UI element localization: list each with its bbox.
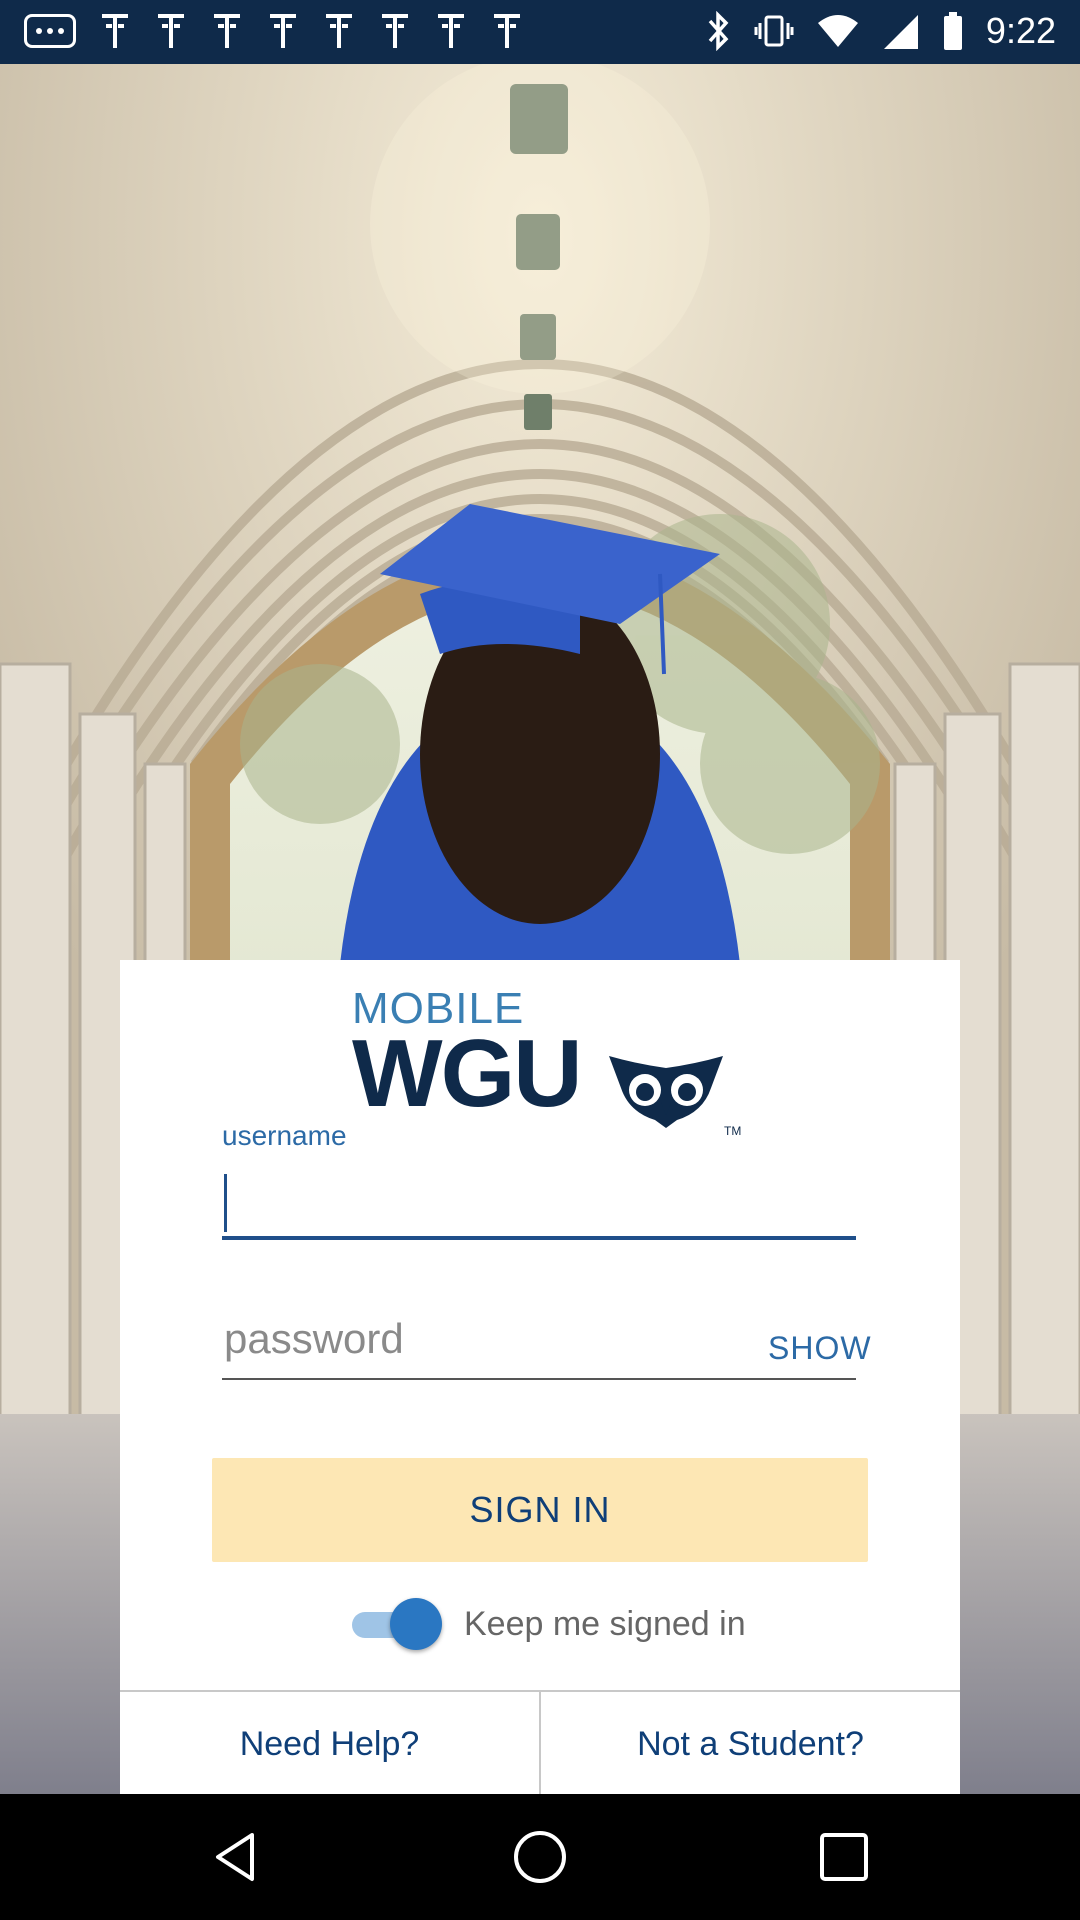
trademark-mark: TM — [724, 1124, 742, 1138]
signal-icon — [883, 15, 918, 49]
password-input[interactable] — [222, 1300, 856, 1380]
text-cursor — [224, 1174, 227, 1232]
bluetooth-icon — [708, 11, 729, 51]
more-dots-icon — [24, 14, 76, 48]
username-label: username — [222, 1120, 347, 1151]
notification-icon — [158, 14, 184, 48]
notification-icon — [326, 14, 352, 48]
card-footer: Need Help? Not a Student? — [120, 1690, 960, 1796]
notification-icon — [214, 14, 240, 48]
notification-icon — [494, 14, 520, 48]
notification-icon — [438, 14, 464, 48]
status-time: 9:22 — [985, 10, 1056, 51]
back-icon[interactable] — [206, 1827, 266, 1887]
logo-wgu-text: WGU — [352, 1020, 583, 1127]
notification-area — [24, 12, 524, 50]
not-a-student-button[interactable]: Not a Student? — [541, 1692, 960, 1796]
recents-icon[interactable] — [814, 1827, 874, 1887]
toggle-knob — [390, 1598, 442, 1650]
sign-in-button[interactable]: SIGN IN — [212, 1458, 868, 1562]
notification-icon — [102, 14, 128, 48]
username-input[interactable] — [222, 1160, 856, 1240]
wifi-icon — [817, 15, 858, 47]
navigation-bar — [0, 1794, 1080, 1920]
keep-signed-in-toggle[interactable] — [352, 1596, 442, 1652]
keep-signed-in-label: Keep me signed in — [464, 1604, 746, 1643]
system-icons: 9:22 — [706, 10, 1056, 52]
show-password-button[interactable]: SHOW — [768, 1330, 872, 1367]
notification-icon — [382, 14, 408, 48]
keep-signed-in-row: Keep me signed in — [352, 1596, 746, 1652]
battery-icon — [943, 12, 962, 50]
login-screen: 9:22 MOBILE WGU TM username SHOW SIGN IN… — [0, 0, 1080, 1920]
need-help-button[interactable]: Need Help? — [120, 1692, 539, 1796]
status-bar: 9:22 — [0, 0, 1080, 64]
home-icon[interactable] — [510, 1827, 570, 1887]
vibrate-icon — [754, 15, 794, 47]
owl-icon — [609, 1056, 723, 1128]
wgu-logo: MOBILE WGU TM — [352, 984, 742, 1138]
login-card: MOBILE WGU TM username SHOW SIGN IN Keep — [120, 960, 960, 1796]
notification-icon — [270, 14, 296, 48]
